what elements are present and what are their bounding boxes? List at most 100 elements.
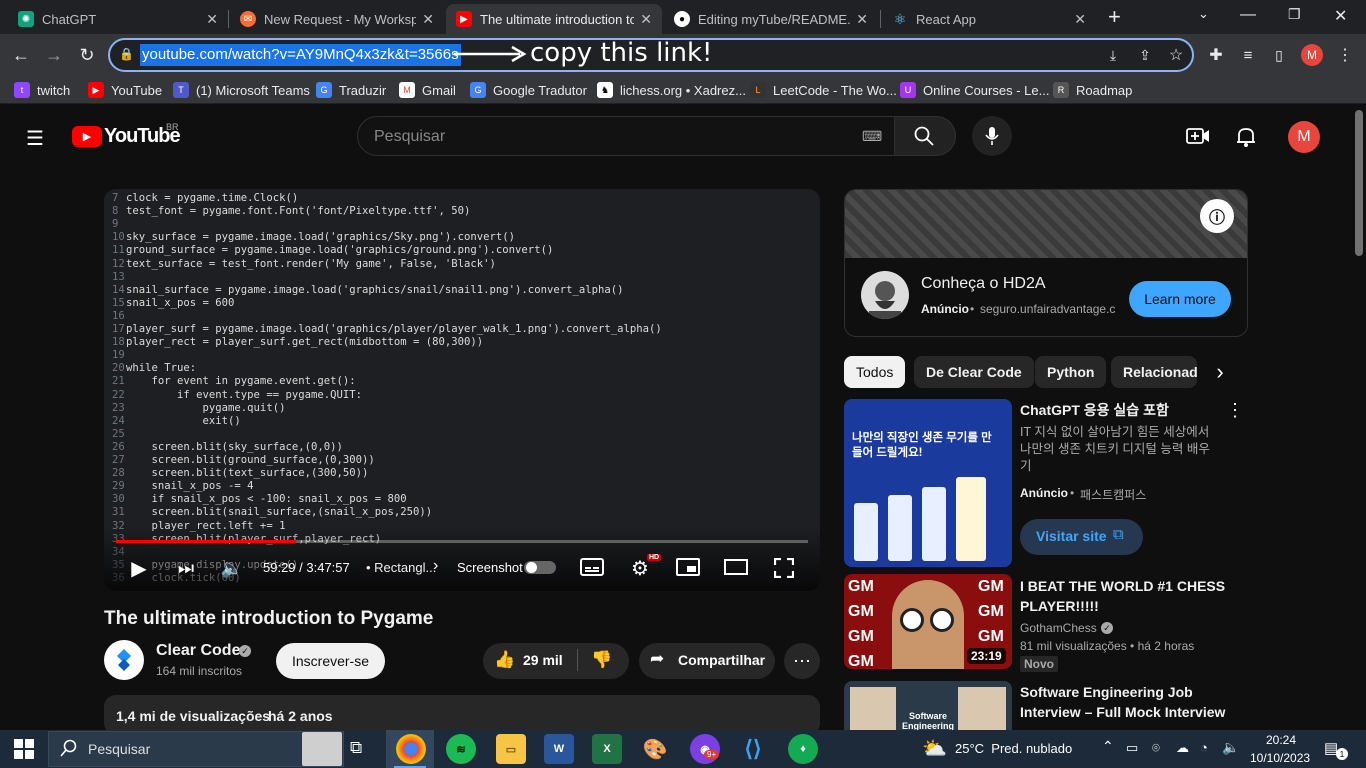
new-tab-button[interactable]: + — [1108, 4, 1121, 30]
chip-python[interactable]: Python — [1035, 356, 1107, 388]
close-icon[interactable]: ✕ — [422, 11, 434, 28]
spotify-icon[interactable]: ≋ — [446, 734, 476, 764]
next-icon[interactable]: ⏭ — [174, 556, 198, 580]
bookmark-roadmap[interactable]: R Roadmap — [1053, 80, 1132, 100]
close-icon[interactable]: ✕ — [856, 11, 868, 28]
chip-de-clear-code[interactable]: De Clear Code — [914, 356, 1034, 388]
channel-avatar[interactable] — [104, 640, 144, 680]
bookmark-star-icon[interactable]: ☆ — [1165, 44, 1187, 66]
battery-icon[interactable]: ▭ — [1126, 740, 1138, 756]
fullscreen-icon[interactable] — [774, 558, 794, 578]
reload-icon[interactable]: ↻ — [76, 44, 98, 66]
bookmark-youtube[interactable]: ▶ YouTube — [88, 80, 162, 100]
minimize-icon[interactable]: — — [1240, 6, 1256, 24]
bookmark-udemy[interactable]: U Online Courses - Le... — [900, 80, 1049, 100]
close-icon[interactable]: ✕ — [640, 11, 652, 28]
like-icon[interactable]: 👍 — [494, 650, 515, 670]
restore-icon[interactable]: ❐ — [1288, 6, 1301, 23]
close-icon[interactable]: ✕ — [206, 11, 218, 28]
tab-search-icon[interactable]: ⌄ — [1198, 6, 1209, 22]
dislike-icon[interactable]: 👎 — [591, 650, 612, 670]
chip-todos[interactable]: Todos — [844, 356, 906, 388]
chapter-chevron-icon[interactable]: › — [433, 557, 438, 575]
share-icon[interactable]: ⇪ — [1134, 44, 1156, 66]
install-icon[interactable]: ⤓ — [1102, 44, 1124, 66]
media-control-icon[interactable]: ≡ — [1237, 44, 1259, 66]
subscribe-button[interactable]: Inscrever-se — [276, 643, 385, 679]
volume-icon[interactable]: 🔈 — [1222, 739, 1239, 756]
window-close-icon[interactable]: ✕ — [1334, 6, 1347, 26]
bookmark-lichess[interactable]: ♞ lichess.org • Xadrez... — [597, 80, 746, 100]
close-icon[interactable]: ✕ — [1074, 11, 1086, 28]
weather-text[interactable]: 25°C Pred. nublado — [955, 741, 1072, 756]
rec-title[interactable]: I BEAT THE WORLD #1 CHESS PLAYER!!!!! — [1020, 576, 1230, 616]
word-icon[interactable]: W — [544, 734, 574, 764]
line-number: 10 — [112, 231, 125, 244]
theater-mode-icon[interactable] — [724, 559, 748, 575]
tab-chatgpt[interactable]: ✺ ChatGPT ✕ — [8, 4, 228, 34]
tab-youtube-active[interactable]: ▶ The ultimate introduction to ✕ — [446, 4, 662, 34]
channel-name[interactable]: Clear Code — [156, 642, 240, 660]
rec-title[interactable]: Software Engineering Job Interview – Ful… — [1020, 682, 1230, 722]
play-icon[interactable]: ▶ — [128, 556, 150, 580]
rec-channel[interactable]: GothamChess — [1020, 621, 1097, 635]
youtube-logo-icon[interactable]: ▶ — [72, 126, 102, 147]
more-options-icon[interactable]: ⋮ — [1226, 400, 1244, 421]
ad-title[interactable]: Conheça o HD2A — [921, 275, 1046, 293]
game-launcher-icon[interactable]: ◉ — [690, 734, 720, 764]
url-text[interactable]: youtube.com/watch?v=AY9MnQ4x3zk&t=3566s — [140, 44, 461, 66]
like-count[interactable]: 29 mil — [523, 652, 563, 668]
menu-icon[interactable]: ⋮ — [1334, 44, 1356, 66]
side-panel-icon[interactable]: ▯ — [1268, 44, 1290, 66]
mongodb-compass-icon[interactable]: ♦ — [788, 734, 818, 764]
clock-date[interactable]: 10/10/2023 — [1250, 751, 1310, 765]
task-view-icon[interactable]: ⧉ — [350, 738, 362, 758]
bookmark-teams[interactable]: T (1) Microsoft Teams — [173, 80, 310, 100]
clock-time[interactable]: 20:24 — [1266, 733, 1296, 747]
wifi-icon[interactable]: ◔ — [1200, 740, 1208, 755]
ad-thumbnail[interactable]: 나만의 직장인 생존 무기를 만들어 드릴게요! — [844, 399, 1012, 567]
show-hidden-icons-icon[interactable]: ⌃ — [1102, 738, 1114, 755]
back-icon[interactable]: ← — [10, 44, 32, 66]
forward-icon[interactable]: → — [43, 44, 65, 66]
info-icon[interactable]: ⓘ — [1200, 199, 1234, 233]
video-thumbnail[interactable]: Software Engineering — [844, 681, 1012, 731]
more-actions-icon[interactable]: ⋯ — [784, 643, 820, 679]
learn-more-button[interactable]: Learn more — [1129, 281, 1231, 317]
windows-start-icon[interactable] — [14, 739, 34, 759]
chips-next-chevron-icon[interactable]: › — [1205, 356, 1235, 388]
excel-icon[interactable]: X — [592, 734, 622, 764]
tab-react[interactable]: ⚛ React App ✕ — [882, 4, 1096, 34]
subtitles-icon[interactable] — [580, 558, 604, 576]
file-explorer-icon[interactable]: ▭ — [496, 734, 526, 764]
chapter-title[interactable]: • Rectangl... — [366, 560, 436, 575]
tab-github[interactable]: ● Editing myTube/README.m ✕ — [664, 4, 878, 34]
bookmark-traduzir[interactable]: G Traduzir — [316, 80, 386, 100]
video-player[interactable]: 7 clock = pygame.time.Clock() 8 test_font =… — [104, 189, 820, 591]
onedrive-icon[interactable]: ☁ — [1176, 740, 1189, 756]
miniplayer-icon[interactable] — [676, 558, 700, 576]
notifications-bell-icon[interactable] — [1236, 126, 1256, 148]
chip-relacionados[interactable]: Relacionados — [1111, 356, 1197, 388]
tab-postman[interactable]: ✉ New Request - My Workspac ✕ — [230, 4, 444, 34]
bookmark-gmail[interactable]: M Gmail — [399, 80, 456, 100]
meet-now-icon[interactable]: ⌾ — [1152, 740, 1160, 756]
lock-icon[interactable]: 🔒 — [119, 47, 134, 61]
account-avatar[interactable]: M — [1288, 121, 1320, 153]
paint-icon[interactable]: 🎨 — [640, 734, 670, 764]
profile-avatar[interactable]: M — [1301, 44, 1323, 66]
bookmark-google-tradutor[interactable]: G Google Tradutor — [470, 80, 587, 100]
create-video-icon[interactable] — [1186, 126, 1210, 146]
rec-title[interactable]: ChatGPT 응용 실습 포함 — [1020, 400, 1220, 420]
bookmark-leetcode[interactable]: L LeetCode - The Wo... — [750, 80, 897, 100]
weather-icon[interactable]: ⛅ — [922, 736, 947, 761]
bookmark-twitch[interactable]: t twitch — [14, 80, 70, 100]
chrome-icon[interactable] — [396, 734, 426, 764]
youtube-icon: ▶ — [88, 82, 104, 98]
vscode-icon[interactable]: ⟨⟩ — [738, 734, 768, 764]
hamburger-menu-icon[interactable]: ☰ — [26, 126, 44, 151]
keyboard-icon[interactable]: ⌨ — [862, 128, 882, 145]
scrollbar-thumb[interactable] — [1355, 110, 1363, 256]
extensions-icon[interactable]: ✚ — [1205, 44, 1227, 66]
volume-icon[interactable]: 🔈 — [220, 556, 244, 580]
